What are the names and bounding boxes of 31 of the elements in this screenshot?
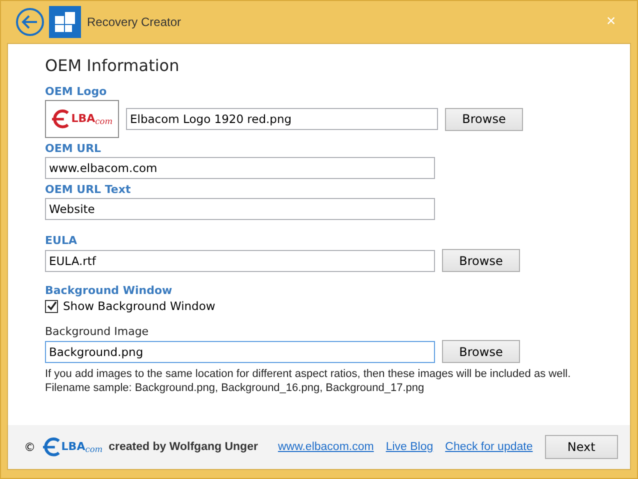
field-label: Background Window	[45, 284, 174, 297]
back-icon[interactable]	[15, 7, 45, 37]
input-field[interactable]: www.elbacom.com	[45, 157, 435, 179]
input-field[interactable]: Website	[45, 198, 435, 220]
browse-button[interactable]: Browse	[442, 249, 520, 272]
checkbox[interactable]	[45, 300, 58, 312]
app-icon	[49, 6, 81, 38]
footer-link[interactable]: Check for update	[445, 441, 533, 453]
section-heading: OEM Information	[45, 56, 180, 75]
e-logo-icon	[51, 109, 72, 129]
field-label: Background Image	[45, 325, 150, 338]
footer-link[interactable]: www.elbacom.com	[278, 441, 374, 453]
browse-button[interactable]: Browse	[442, 340, 520, 363]
field-label: OEM URL Text	[45, 183, 132, 196]
hint-text: Filename sample: Background.png, Background_16.png, Background_17.png	[45, 381, 426, 395]
check-icon	[46, 301, 56, 311]
field-label: OEM URL	[45, 142, 102, 155]
field-label: EULA	[45, 234, 78, 247]
next-button[interactable]: Next	[544, 435, 618, 459]
input-field[interactable]: EULA.rtf	[45, 250, 435, 272]
footer-link[interactable]: Live Blog	[386, 441, 434, 453]
hint-text: If you add images to the same location for different aspect ratios, then these images will be included as well.	[45, 367, 572, 381]
field-label: OEM Logo	[45, 85, 108, 98]
browse-button[interactable]: Browse	[445, 108, 523, 130]
input-field[interactable]: Background.png	[45, 340, 435, 362]
credit-text: created by Wolfgang Unger	[108, 441, 258, 453]
e-logo-icon	[42, 437, 62, 457]
window-title: Recovery Creator	[87, 15, 182, 29]
copyright-sign: ©	[24, 440, 36, 454]
input-field[interactable]: Elbacom Logo 1920 red.png	[126, 108, 438, 130]
checkbox-label: Show Background Window	[63, 299, 216, 313]
